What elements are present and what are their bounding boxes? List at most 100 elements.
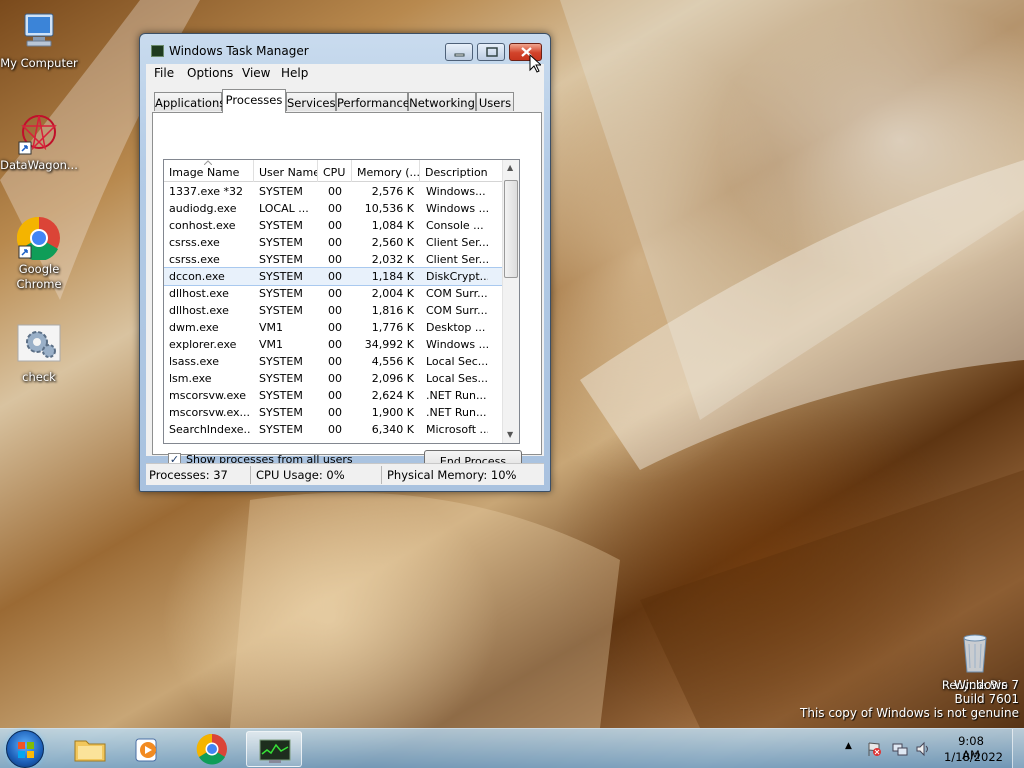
scroll-down-icon[interactable]: ▼ [507,430,513,439]
cell-image-name: SearchIndexe... [169,423,251,436]
table-row[interactable]: mscorsvw.exe SYSTEM 00 2,624 K .NET Run... [164,387,504,404]
window-title: Windows Task Manager [169,44,309,58]
desktop-icon-label: Google Chrome [16,262,62,291]
minimize-icon [454,53,465,57]
table-row[interactable]: csrss.exe SYSTEM 00 2,560 K Client Ser... [164,234,504,251]
network-icon[interactable] [892,741,908,757]
cell-user-name: SYSTEM [259,185,303,198]
menu-help[interactable]: Help [281,66,308,80]
cell-user-name: SYSTEM [259,219,303,232]
menu-view[interactable]: View [242,66,270,80]
cell-image-name: lsm.exe [169,372,212,385]
cell-description: Microsoft ... [426,423,488,436]
taskbar-chrome-button[interactable] [184,731,240,767]
cell-user-name: SYSTEM [259,270,303,283]
cell-user-name: VM1 [259,338,284,351]
show-desktop-button[interactable] [1012,729,1024,768]
cell-memory: 2,096 K [371,372,414,385]
title-bar[interactable]: Windows Task Manager [140,34,550,64]
clock-date[interactable]: 1/18/2022 [944,750,1003,764]
action-center-flag-icon[interactable] [866,741,882,757]
task-manager-window: Windows Task Manager File Options View H… [139,33,551,492]
cell-user-name: SYSTEM [259,253,303,266]
cell-user-name: SYSTEM [259,389,303,402]
status-separator [381,466,382,484]
desktop-icon-label: check [22,370,56,384]
cell-memory: 1,084 K [371,219,414,232]
maximize-button[interactable] [477,43,505,61]
cell-memory: 2,560 K [371,236,414,249]
cell-cpu: 00 [328,338,342,351]
taskbar-explorer-button[interactable] [62,731,118,767]
cell-memory: 1,184 K [371,270,414,283]
folder-icon [74,740,106,762]
table-row[interactable]: dwm.exe VM1 00 1,776 K Desktop ... [164,319,504,336]
show-hidden-icons-icon[interactable]: ▲ [845,741,852,751]
scrollbar-thumb[interactable] [504,180,518,278]
table-row[interactable]: mscorsvw.ex... SYSTEM 00 1,900 K .NET Run... [164,404,504,421]
desktop-icon-datawagon[interactable]: DataWagon... [0,112,78,173]
column-header-memory[interactable]: Memory (... [352,160,420,182]
cell-cpu: 00 [328,270,342,283]
cell-cpu: 00 [328,423,342,436]
column-header-user-name[interactable]: User Name [254,160,318,182]
cell-cpu: 00 [328,236,342,249]
table-row[interactable]: 1337.exe *32 SYSTEM 00 2,576 K Windows... [164,183,504,200]
watermark-line-3: This copy of Windows is not genuine [800,706,1019,720]
scroll-up-icon[interactable]: ▲ [507,163,513,172]
chrome-icon [16,216,61,262]
cell-cpu: 00 [328,321,342,334]
desktop-icon-google-chrome[interactable]: Google Chrome [0,216,78,292]
cell-memory: 34,992 K [364,338,414,351]
window-body: Applications Processes Services Performa… [146,84,544,472]
cell-memory: 1,816 K [371,304,414,317]
taskbar-media-player-button[interactable] [120,731,176,767]
recycle-bin-icon [953,632,997,676]
cell-memory: 1,900 K [371,406,414,419]
table-row[interactable]: conhost.exe SYSTEM 00 1,084 K Console ... [164,217,504,234]
desktop-icon-my-computer[interactable]: My Computer [0,10,78,71]
tab-processes[interactable]: Processes [222,89,286,113]
cell-user-name: SYSTEM [259,406,303,419]
start-button[interactable] [6,730,44,768]
tab-services[interactable]: Services [286,92,336,111]
table-row[interactable]: csrss.exe SYSTEM 00 2,032 K Client Ser... [164,251,504,268]
status-physical-memory: Physical Memory: 10% [387,468,517,482]
process-list[interactable]: Image Name User Name CPU Memory (... Des… [163,159,520,444]
table-row[interactable]: dllhost.exe SYSTEM 00 2,004 K COM Surr... [164,285,504,302]
tab-applications[interactable]: Applications [154,92,225,111]
table-row[interactable]: lsass.exe SYSTEM 00 4,556 K Local Sec... [164,353,504,370]
cell-image-name: dccon.exe [169,270,225,283]
table-row[interactable]: audiodg.exe LOCAL ... 00 10,536 K Windows ..… [164,200,504,217]
tab-performance[interactable]: Performance [336,92,410,111]
cell-cpu: 00 [328,304,342,317]
cell-image-name: mscorsvw.ex... [169,406,251,419]
cell-description: Client Ser... [426,253,488,266]
process-list-scrollbar[interactable]: ▲ ▼ [502,160,519,443]
cell-cpu: 00 [328,185,342,198]
table-row[interactable]: SearchIndexe... SYSTEM 00 6,340 K Microsoft … [164,421,504,438]
cell-memory: 2,004 K [371,287,414,300]
tab-networking[interactable]: Networking [408,92,476,111]
tab-users[interactable]: Users [476,92,514,111]
minimize-button[interactable] [445,43,473,61]
cell-image-name: audiodg.exe [169,202,237,215]
table-row[interactable]: dccon.exe SYSTEM 00 1,184 K DiskCrypt... [164,267,505,286]
cell-image-name: conhost.exe [169,219,236,232]
cell-user-name: VM1 [259,321,284,334]
menu-options[interactable]: Options [187,66,233,80]
desktop-icon-check[interactable]: check [0,324,78,385]
process-rows: 1337.exe *32 SYSTEM 00 2,576 K Windows... aud… [164,183,505,438]
menu-file[interactable]: File [154,66,174,80]
cell-description: COM Surr... [426,304,488,317]
table-row[interactable]: explorer.exe VM1 00 34,992 K Windows ... [164,336,504,353]
table-row[interactable]: dllhost.exe SYSTEM 00 1,816 K COM Surr... [164,302,504,319]
taskbar-task-manager-button[interactable] [246,731,302,767]
column-header-description[interactable]: Description [420,160,504,182]
status-processes: Processes: 37 [149,468,228,482]
watermark-line-2: Build 7601 [954,692,1019,706]
watermark-line-1: Windows 7 [953,678,1019,692]
table-row[interactable]: lsm.exe SYSTEM 00 2,096 K Local Ses... [164,370,504,387]
volume-icon[interactable] [915,741,931,757]
column-header-cpu[interactable]: CPU [318,160,352,182]
